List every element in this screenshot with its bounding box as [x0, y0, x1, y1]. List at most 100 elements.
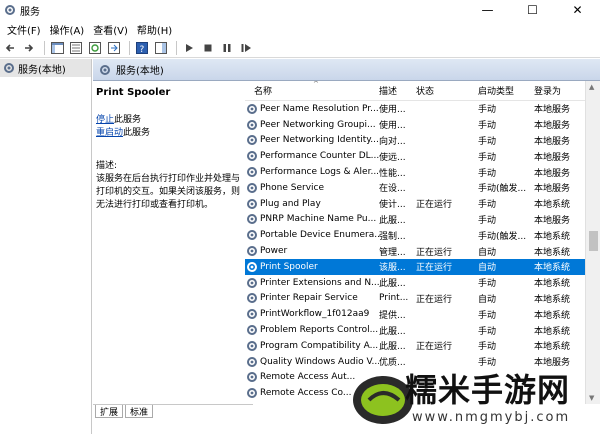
service-startup-cell: 手动(触发...: [478, 184, 527, 195]
column-log-on-as[interactable]: 登录为: [534, 84, 585, 97]
restart-link-suffix: 此服务: [123, 128, 151, 138]
stop-link-suffix: 此服务: [114, 115, 142, 125]
service-row[interactable]: Printer Extensions and N... 此服... 手动 本地系统: [245, 275, 585, 291]
stop-service-icon[interactable]: [200, 40, 216, 56]
service-row[interactable]: PNRP Machine Name Pu... 此服... 手动 本地服务: [245, 212, 585, 228]
service-row[interactable]: Portable Device Enumera... 强制... 手动(触发... 本…: [245, 227, 585, 243]
vertical-scrollbar[interactable]: ▲ ▼: [585, 81, 600, 404]
restart-service-link[interactable]: 重启动: [96, 128, 123, 138]
service-gear-icon: [247, 103, 257, 114]
tree-item-label: 服务(本地): [18, 64, 66, 76]
service-startup-cell: 手动: [478, 200, 497, 211]
service-name-cell: Phone Service: [245, 182, 379, 194]
service-description-cell: Print...: [379, 293, 409, 304]
console-tree: 服务(本地): [0, 59, 92, 434]
column-name[interactable]: 名称: [245, 84, 379, 97]
service-row[interactable]: Performance Counter DL... 使远... 手动 本地服务: [245, 148, 585, 164]
properties-icon[interactable]: [68, 40, 84, 56]
services-gear-icon: [5, 5, 15, 15]
service-name-text: Power: [260, 246, 288, 257]
service-row[interactable]: Peer Name Resolution Pr... 使用... 手动 本地服务: [245, 101, 585, 117]
pause-service-icon[interactable]: [219, 40, 235, 56]
list-rows: Peer Name Resolution Pr... 使用... 手动 本地服务 Pee…: [245, 101, 585, 401]
scrollbar-thumb[interactable]: [589, 231, 598, 251]
stop-link-row: 停止此服务: [96, 114, 240, 127]
service-row[interactable]: Power 管理... 正在运行 自动 本地系统: [245, 243, 585, 259]
service-row[interactable]: Performance Logs & Aler... 性能... 手动 本地服务: [245, 164, 585, 180]
service-name-cell: Power: [245, 245, 379, 257]
show-hide-pane-icon[interactable]: [153, 40, 169, 56]
service-details-title: Print Spooler: [96, 87, 171, 98]
service-row[interactable]: Peer Networking Identity... 向对... 手动 本地服务: [245, 133, 585, 149]
service-startup-cell: 手动: [478, 310, 497, 321]
close-button[interactable]: ✕: [555, 0, 600, 20]
restart-service-icon[interactable]: [238, 40, 254, 56]
restart-link-row: 重启动此服务: [96, 127, 240, 140]
service-description-cell: 提供...: [379, 310, 406, 321]
service-name-text: Remote Access Co...: [260, 388, 352, 399]
service-row[interactable]: Print Spooler 该服... 正在运行 自动 本地系统: [245, 258, 585, 275]
export-list-icon[interactable]: [106, 40, 122, 56]
tab-extended[interactable]: 扩展: [95, 405, 124, 418]
column-startup-type[interactable]: 启动类型: [478, 84, 534, 97]
logo-text: 糯米手游网: [405, 371, 571, 409]
service-row[interactable]: Program Compatibility A... 此服... 正在运行 手动 本地系…: [245, 338, 585, 354]
column-description[interactable]: 描述: [379, 84, 416, 97]
service-name-text: Problem Reports Control...: [260, 325, 379, 336]
service-gear-icon: [247, 135, 257, 146]
console-tree-icon[interactable]: [49, 40, 65, 56]
service-name-cell: Peer Name Resolution Pr...: [245, 103, 379, 115]
help-icon[interactable]: ?: [134, 40, 150, 56]
service-name-text: Performance Counter DL...: [260, 151, 379, 162]
service-row[interactable]: Phone Service 在设... 手动(触发... 本地服务: [245, 180, 585, 196]
service-name-cell: Program Compatibility A...: [245, 340, 379, 352]
service-status-cell: 正在运行: [416, 247, 453, 258]
refresh-icon[interactable]: [87, 40, 103, 56]
service-startup-cell: 自动: [478, 247, 497, 258]
service-gear-icon: [247, 246, 257, 257]
service-row[interactable]: Peer Networking Groupi... 使用... 手动 本地服务: [245, 117, 585, 133]
service-startup-cell: 手动(触发...: [478, 231, 527, 242]
tree-item-services-local[interactable]: 服务(本地): [0, 59, 91, 77]
forward-arrow-icon[interactable]: [21, 40, 37, 56]
stop-service-link[interactable]: 停止: [96, 115, 114, 125]
service-name-text: Print Spooler: [260, 261, 318, 272]
menu-file[interactable]: 文件(F): [4, 22, 47, 37]
logo-url: www.nmgmybj.com: [412, 410, 571, 425]
service-name-cell: Plug and Play: [245, 198, 379, 210]
services-gear-icon: [100, 64, 110, 75]
service-logon-cell: 本地系统: [534, 200, 571, 211]
service-description-cell: 使用...: [379, 105, 406, 116]
menu-bar: 文件(F) 操作(A) 查看(V) 帮助(H): [0, 20, 600, 38]
maximize-button[interactable]: ☐: [510, 0, 555, 20]
menu-help[interactable]: 帮助(H): [134, 22, 178, 37]
minimize-button[interactable]: —: [465, 0, 510, 20]
service-row[interactable]: Plug and Play 使计... 正在运行 手动 本地系统: [245, 196, 585, 212]
service-name-cell: Printer Extensions and N...: [245, 277, 379, 289]
service-startup-cell: 手动: [478, 105, 497, 116]
service-logon-cell: 本地系统: [534, 247, 571, 258]
service-description-cell: 管理...: [379, 247, 406, 258]
scroll-up-icon[interactable]: ▲: [589, 83, 594, 91]
service-startup-cell: 手动: [478, 342, 497, 353]
service-row[interactable]: Problem Reports Control... 此服... 手动 本地系统: [245, 322, 585, 338]
svg-text:?: ?: [140, 45, 145, 54]
menu-action[interactable]: 操作(A): [47, 22, 91, 37]
service-row[interactable]: PrintWorkflow_1f012aa9 提供... 手动 本地系统: [245, 306, 585, 322]
service-status-cell: 正在运行: [416, 200, 453, 211]
service-gear-icon: [247, 167, 257, 178]
list-header: ^ 名称 描述 状态 启动类型 登录为: [245, 81, 585, 101]
service-gear-icon: [247, 198, 257, 209]
service-logon-cell: 本地系统: [534, 294, 571, 305]
service-startup-cell: 手动: [478, 168, 497, 179]
tab-standard[interactable]: 标准: [125, 405, 154, 418]
column-status[interactable]: 状态: [416, 84, 478, 97]
back-arrow-icon[interactable]: [2, 40, 18, 56]
service-startup-cell: 手动: [478, 215, 497, 226]
menu-view[interactable]: 查看(V): [90, 22, 134, 37]
service-name-cell: PrintWorkflow_1f012aa9: [245, 308, 379, 320]
description-text: 该服务在后台执行打印作业并处理与打印机的交互。如果关闭该服务，则无法进行打印或查…: [96, 174, 241, 210]
start-service-icon[interactable]: [181, 40, 197, 56]
service-description-cell: 使计...: [379, 200, 406, 211]
service-row[interactable]: Printer Repair Service Print... 正在运行 自动 本地系统: [245, 291, 585, 307]
